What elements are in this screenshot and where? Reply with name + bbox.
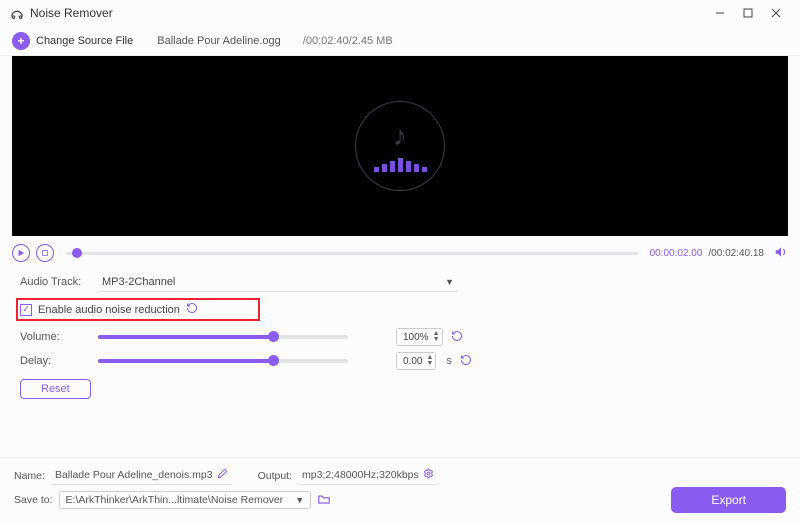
delay-spinner[interactable]: 0.00 ▲▼ xyxy=(396,352,436,370)
delay-reset-icon[interactable] xyxy=(460,354,472,369)
track-row: Audio Track: MP3-2Channel ▼ xyxy=(20,270,780,294)
change-source-label[interactable]: Change Source File xyxy=(36,35,133,47)
output-label: Output: xyxy=(258,470,292,482)
delay-row: Delay: 0.00 ▲▼ s xyxy=(20,349,780,373)
edit-icon[interactable] xyxy=(217,468,228,482)
preview-area: ♪ xyxy=(12,56,788,236)
source-bar: + Change Source File Ballade Pour Adelin… xyxy=(0,26,800,56)
play-button[interactable] xyxy=(12,244,30,262)
delay-knob[interactable] xyxy=(268,355,279,366)
delay-slider[interactable] xyxy=(98,359,348,363)
delay-unit: s xyxy=(446,355,452,367)
delay-label: Delay: xyxy=(20,355,90,367)
controls-panel: Audio Track: MP3-2Channel ▼ ✓ Enable aud… xyxy=(0,266,800,399)
saveto-path: E:\ArkThinker\ArkThin...ltimate\Noise Re… xyxy=(66,494,284,506)
playback-bar: 00:00:02.00/00:02:40.18 xyxy=(0,236,800,266)
output-name: Ballade Pour Adeline_denois.mp3 xyxy=(55,469,213,481)
app-title: Noise Remover xyxy=(30,6,113,20)
titlebar: Noise Remover xyxy=(0,0,800,26)
app-logo-icon xyxy=(10,6,24,20)
name-label: Name: xyxy=(14,470,45,482)
volume-spinner[interactable]: 100% ▲▼ xyxy=(396,328,443,346)
music-placeholder-icon: ♪ xyxy=(355,101,445,191)
enable-reset-icon[interactable] xyxy=(186,302,198,317)
output-name-field[interactable]: Ballade Pour Adeline_denois.mp3 xyxy=(51,468,232,485)
volume-reset-icon[interactable] xyxy=(451,330,463,345)
output-format: mp3;2;48000Hz;320kbps xyxy=(302,469,419,481)
note-icon: ♪ xyxy=(393,120,407,152)
add-source-button[interactable]: + xyxy=(12,32,30,50)
enable-noise-reduction-highlight: ✓ Enable audio noise reduction xyxy=(16,298,260,321)
volume-value: 100% xyxy=(403,332,429,343)
enable-checkbox[interactable]: ✓ xyxy=(20,304,32,316)
app-window: Noise Remover + Change Source File Balla… xyxy=(0,0,800,522)
folder-icon[interactable] xyxy=(317,493,331,508)
volume-slider[interactable] xyxy=(98,335,348,339)
export-button[interactable]: Export xyxy=(671,487,786,513)
stop-button[interactable] xyxy=(36,244,54,262)
gear-icon[interactable] xyxy=(423,468,434,482)
volume-icon[interactable] xyxy=(774,245,788,262)
time-current: 00:00:02.00 xyxy=(650,248,703,259)
volume-row: Volume: 100% ▲▼ xyxy=(20,325,780,349)
chevron-down-icon: ▼ xyxy=(295,495,304,505)
saveto-select[interactable]: E:\ArkThinker\ArkThin...ltimate\Noise Re… xyxy=(59,491,312,509)
volume-label: Volume: xyxy=(20,331,90,343)
track-label: Audio Track: xyxy=(20,276,90,288)
volume-knob[interactable] xyxy=(268,331,279,342)
delay-value: 0.00 xyxy=(403,356,422,367)
enable-label: Enable audio noise reduction xyxy=(38,304,180,316)
spin-down-icon[interactable]: ▼ xyxy=(426,361,433,367)
track-value: MP3-2Channel xyxy=(102,276,175,288)
source-filename: Ballade Pour Adeline.ogg xyxy=(157,35,281,47)
maximize-button[interactable] xyxy=(734,3,762,23)
seek-slider[interactable] xyxy=(66,252,638,255)
time-total: /00:02:40.18 xyxy=(708,248,764,259)
minimize-button[interactable] xyxy=(706,3,734,23)
equalizer-icon xyxy=(374,158,427,172)
seek-knob[interactable] xyxy=(72,248,82,258)
close-button[interactable] xyxy=(762,3,790,23)
spin-down-icon[interactable]: ▼ xyxy=(433,337,440,343)
track-select[interactable]: MP3-2Channel ▼ xyxy=(98,272,458,292)
chevron-down-icon: ▼ xyxy=(445,277,454,287)
source-meta: /00:02:40/2.45 MB xyxy=(303,35,393,47)
footer: Name: Ballade Pour Adeline_denois.mp3 Ou… xyxy=(0,457,800,522)
saveto-label: Save to: xyxy=(14,494,53,506)
reset-button[interactable]: Reset xyxy=(20,379,91,399)
output-format-field[interactable]: mp3;2;48000Hz;320kbps xyxy=(298,468,438,485)
